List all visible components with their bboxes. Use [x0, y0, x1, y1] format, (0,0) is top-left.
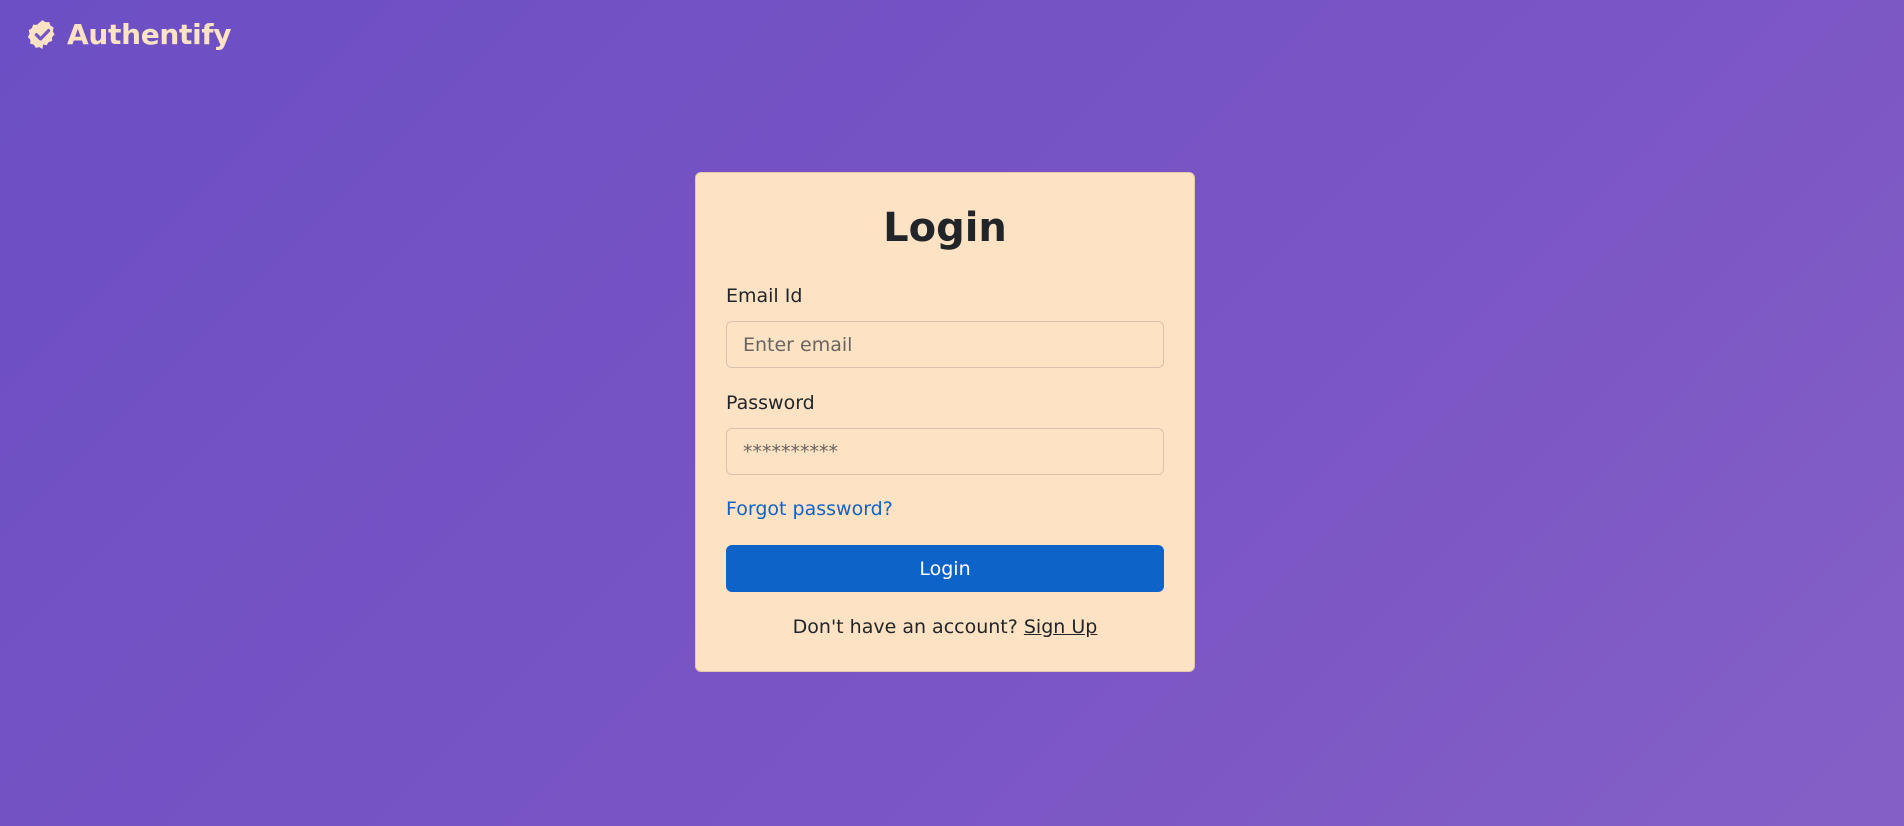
page-title: Login [883, 205, 1007, 251]
forgot-password-link[interactable]: Forgot password? [726, 498, 893, 520]
password-label: Password [726, 392, 815, 414]
signup-prompt: Don't have an account? Sign Up [696, 616, 1194, 638]
brand-logo[interactable]: Authentify [26, 18, 232, 51]
signup-link[interactable]: Sign Up [1024, 616, 1097, 638]
login-card: Login Email Id Password Forgot password?… [695, 172, 1195, 672]
verified-badge-icon [27, 20, 55, 49]
email-field[interactable] [726, 321, 1164, 368]
login-button[interactable]: Login [726, 545, 1164, 592]
password-field[interactable] [726, 428, 1164, 475]
email-label: Email Id [726, 285, 803, 307]
brand-name: Authentify [67, 18, 232, 51]
signup-prompt-text: Don't have an account? [792, 616, 1024, 638]
